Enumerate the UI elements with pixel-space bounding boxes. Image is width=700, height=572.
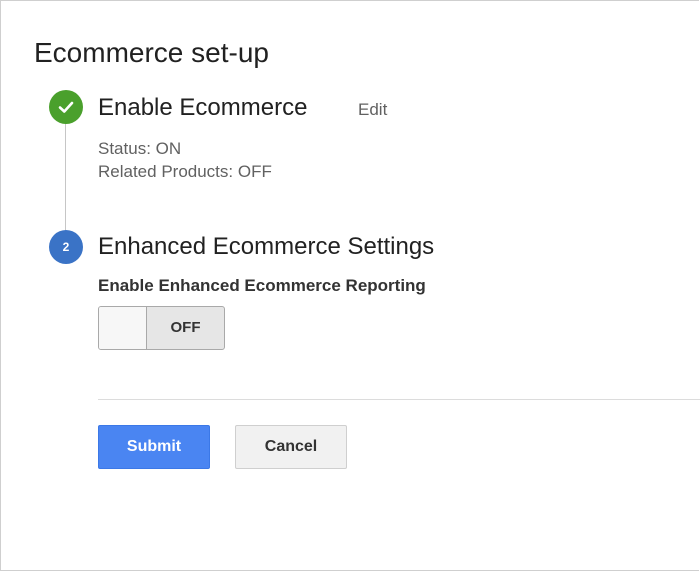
step-2-number-badge: 2: [49, 230, 83, 264]
enhanced-ecommerce-toggle[interactable]: OFF: [98, 306, 225, 350]
submit-button[interactable]: Submit: [98, 425, 210, 469]
toggle-knob[interactable]: [99, 307, 147, 349]
setup-panel: Ecommerce set-up Enable Ecommerce Edit S…: [0, 0, 700, 571]
checkmark-icon: [58, 101, 74, 113]
step-2-title: Enhanced Ecommerce Settings: [98, 233, 435, 260]
edit-link[interactable]: Edit: [358, 100, 387, 120]
page-title: Ecommerce set-up: [34, 37, 269, 68]
related-products-status: Related Products: OFF: [98, 162, 272, 181]
ecommerce-status: Status: ON: [98, 139, 182, 158]
toggle-state-label: OFF: [170, 319, 201, 336]
step-complete-badge: [49, 90, 83, 124]
step-connector-line: [65, 123, 66, 231]
enhanced-ecommerce-reporting-label: Enable Enhanced Ecommerce Reporting: [98, 276, 426, 295]
step-1-title: Enable Ecommerce: [98, 94, 308, 121]
cancel-button[interactable]: Cancel: [235, 425, 347, 469]
section-divider: [98, 399, 700, 400]
